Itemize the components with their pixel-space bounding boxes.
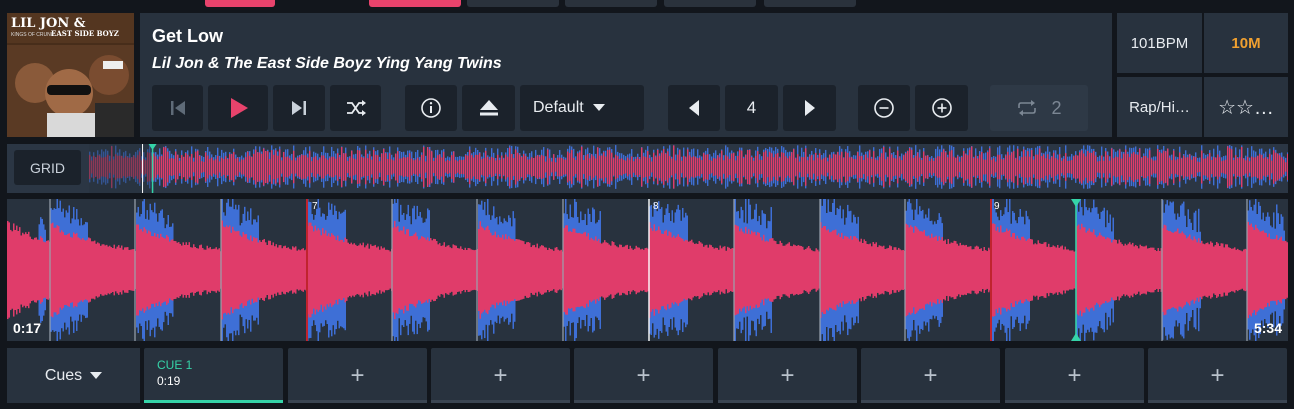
track-title: Get Low [152,26,223,46]
cue-slot-7[interactable]: + [1005,348,1144,403]
beat-jump-forward-button[interactable] [783,85,836,131]
minus-circle-icon [874,98,894,118]
eject-button[interactable] [462,85,515,131]
skip-previous-icon [170,101,185,115]
deck-tab-3[interactable] [467,0,559,7]
triangle-right-icon [804,100,815,116]
previous-track-button[interactable] [152,85,203,131]
key-display: 10M [1204,13,1288,73]
cue-slot-4[interactable]: + [574,348,713,403]
info-button[interactable] [405,85,457,131]
grid-button[interactable]: GRID [14,150,81,185]
cue-slot-indicator [861,400,1000,403]
cue-slot-indicator [288,400,427,403]
cue-slot-6[interactable]: + [861,348,1000,403]
chevron-down-icon [90,371,103,379]
bar-marker-7: 7 [312,201,318,212]
info-icon [421,98,441,118]
deck-tab-5[interactable] [664,0,756,7]
time-elapsed: 0:17 [13,320,42,336]
preset-label: Default [533,99,584,116]
cue-slot-indicator [431,400,570,403]
add-cue-icon: + [780,361,795,389]
deck-tab-1[interactable] [205,0,275,7]
cue-slot-3[interactable]: + [431,348,570,403]
bar-marker-8: 8 [653,201,659,212]
loop-button[interactable]: 2 [990,85,1088,131]
shuffle-icon [346,100,366,116]
play-icon [231,98,248,118]
genre-display: Rap/Hi… [1117,77,1202,137]
cue-slot-indicator [718,400,857,403]
time-remaining: 5:34 [1253,320,1282,336]
skip-next-icon [292,101,306,115]
cue-slot-1[interactable]: CUE 1 0:19 [144,348,283,403]
play-button[interactable] [208,85,268,131]
add-cue-icon: + [1067,361,1082,389]
triangle-left-icon [689,100,699,116]
waveform-main[interactable]: 0:17 5:34 7 8 9 [7,199,1288,341]
cue-slot-8[interactable]: + [1148,348,1287,403]
cue-slot-1-indicator [144,400,283,403]
zoom-in-button[interactable] [915,85,968,131]
main-waveform [7,199,1288,341]
add-cue-icon: + [636,361,651,389]
eject-icon [479,100,498,116]
cue-slot-5[interactable]: + [718,348,857,403]
album-art: LIL JON & EAST SIDE BOYZ KINGS OF CRUNK [7,13,134,137]
next-track-button[interactable] [273,85,325,131]
album-brand-line2: EAST SIDE BOYZ [51,29,119,38]
deck-tab-2[interactable] [369,0,461,7]
cue-slot-indicator [574,400,713,403]
track-artist: Lil Jon & The East Side Boyz Ying Yang T… [152,55,502,72]
cue-slot-indicator [1148,400,1287,403]
waveform-overview[interactable]: GRID [7,144,1288,193]
loop-icon [1018,100,1037,116]
loop-length: 2 [1051,97,1062,118]
track-info-panel: Get Low Lil Jon & The East Side Boyz Yin… [140,13,1112,137]
beat-jump-size[interactable]: 4 [725,85,778,131]
cue-slot-1-label: CUE 1 [157,358,193,372]
add-cue-icon: + [493,361,508,389]
cue-slot-1-time: 0:19 [157,374,181,388]
zoom-out-button[interactable] [858,85,910,131]
shuffle-button[interactable] [330,85,381,131]
beat-jump-back-button[interactable] [668,85,720,131]
bar-marker-9: 9 [994,201,1000,212]
cues-menu-label: Cues [44,366,83,384]
overview-waveform [89,144,1288,193]
deck-tab-4[interactable] [565,0,657,7]
deck-tab-6[interactable] [764,0,856,7]
add-cue-icon: + [923,361,938,389]
plus-circle-icon [931,98,952,118]
bpm-display: 101BPM [1117,13,1202,73]
preset-dropdown[interactable]: Default [520,85,644,131]
rating-display[interactable]: ☆☆… [1204,77,1288,137]
add-cue-icon: + [1210,361,1225,389]
add-cue-icon: + [350,361,365,389]
album-brand-line3: KINGS OF CRUNK [11,32,55,38]
chevron-down-icon [592,104,605,111]
cue-slot-indicator [1005,400,1144,403]
cue-slot-2[interactable]: + [288,348,427,403]
cues-menu-button[interactable]: Cues [7,348,140,403]
